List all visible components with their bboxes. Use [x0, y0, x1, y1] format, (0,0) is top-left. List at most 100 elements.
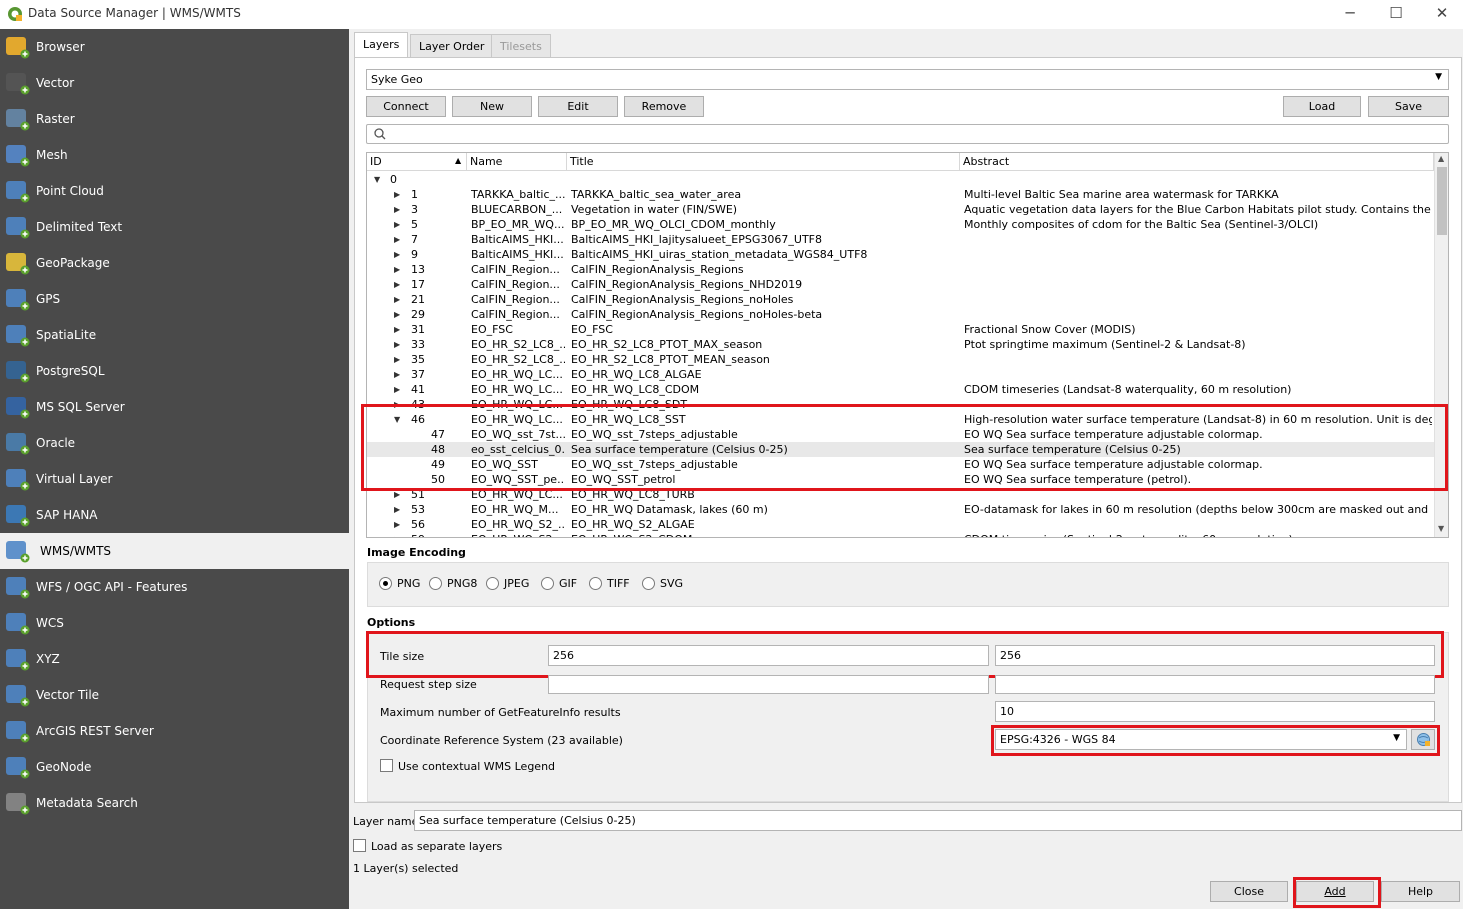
- tab-layer-order[interactable]: Layer Order: [410, 34, 494, 57]
- encoding-radio-png[interactable]: [379, 577, 392, 590]
- column-header-name[interactable]: Name: [467, 153, 567, 171]
- table-row[interactable]: ▶ 56 EO_HR_WQ_S2_... EO_HR_WQ_S2_ALGAE: [367, 517, 1434, 532]
- table-row[interactable]: ▶ 9 BalticAIMS_HKI... BalticAIMS_HKI_uiras_…: [367, 247, 1434, 262]
- sidebar-item-raster[interactable]: Raster: [0, 101, 349, 137]
- expand-open-icon[interactable]: ▼: [374, 172, 380, 187]
- encoding-radio-png8[interactable]: [429, 577, 442, 590]
- expand-closed-icon[interactable]: ▶: [394, 187, 400, 202]
- sidebar-item-postgresql[interactable]: PostgreSQL: [0, 353, 349, 389]
- load-button[interactable]: Load: [1283, 96, 1361, 117]
- table-row[interactable]: ▶ 29 CalFIN_Region... CalFIN_RegionAnalysis…: [367, 307, 1434, 322]
- search-input[interactable]: [366, 124, 1449, 144]
- close-window-button[interactable]: ✕: [1419, 0, 1463, 29]
- sidebar-item-wms-wmts[interactable]: WMS/WMTS: [0, 533, 349, 569]
- help-button[interactable]: Help: [1381, 881, 1460, 902]
- window-title: Data Source Manager | WMS/WMTS: [28, 6, 241, 20]
- sidebar-item-geonode[interactable]: GeoNode: [0, 749, 349, 785]
- table-row[interactable]: ▶ 21 CalFIN_Region... CalFIN_RegionAnalysis…: [367, 292, 1434, 307]
- contextual-legend-checkbox[interactable]: [380, 759, 393, 772]
- sidebar-item-mesh[interactable]: Mesh: [0, 137, 349, 173]
- layer-name-input[interactable]: Sea surface temperature (Celsius 0-25): [414, 810, 1462, 831]
- sidebar-item-gps[interactable]: GPS: [0, 281, 349, 317]
- tab-layers[interactable]: Layers: [354, 32, 409, 58]
- table-row[interactable]: ▼ 0: [367, 172, 1434, 187]
- sidebar-item-arcgis-rest-server[interactable]: ArcGIS REST Server: [0, 713, 349, 749]
- expand-closed-icon[interactable]: ▶: [394, 337, 400, 352]
- table-row[interactable]: ▶ 13 CalFIN_Region... CalFIN_RegionAnalysis…: [367, 262, 1434, 277]
- remove-button[interactable]: Remove: [624, 96, 704, 117]
- column-header-title[interactable]: Title: [567, 153, 960, 171]
- step-height-input[interactable]: [995, 675, 1435, 694]
- scroll-up-icon[interactable]: ▲: [1438, 154, 1444, 163]
- table-row[interactable]: ▶ 31 EO_FSC EO_FSC Fractional Snow Cover (MO…: [367, 322, 1434, 337]
- expand-closed-icon[interactable]: ▶: [394, 382, 400, 397]
- new-button[interactable]: New: [452, 96, 532, 117]
- sidebar-item-vector-tile[interactable]: Vector Tile: [0, 677, 349, 713]
- table-row[interactable]: ▶ 53 EO_HR_WQ_M... EO_HR_WQ Datamask, lakes…: [367, 502, 1434, 517]
- sidebar-item-label: SAP HANA: [36, 508, 98, 522]
- table-row[interactable]: ▶ 7 BalticAIMS_HKI... BalticAIMS_HKI_lajity…: [367, 232, 1434, 247]
- sidebar-item-metadata-search[interactable]: Metadata Search: [0, 785, 349, 821]
- sidebar-item-oracle[interactable]: Oracle: [0, 425, 349, 461]
- column-header-id[interactable]: ID ▲: [367, 153, 467, 171]
- connect-button[interactable]: Connect: [366, 96, 446, 117]
- sidebar-item-vector[interactable]: Vector: [0, 65, 349, 101]
- table-row[interactable]: ▶ 41 EO_HR_WQ_LC... EO_HR_WQ_LC8_CDOM CDOM t…: [367, 382, 1434, 397]
- table-row[interactable]: ▶ 17 CalFIN_Region... CalFIN_RegionAnalysis…: [367, 277, 1434, 292]
- table-row[interactable]: ▶ 5 BP_EO_MR_WQ... BP_EO_MR_WQ_OLCI_CDOM_mo…: [367, 217, 1434, 232]
- cell-id: 29: [411, 308, 425, 321]
- sidebar-item-geopackage[interactable]: GeoPackage: [0, 245, 349, 281]
- sidebar-item-xyz[interactable]: XYZ: [0, 641, 349, 677]
- scroll-down-icon[interactable]: ▼: [1438, 524, 1444, 533]
- cell-name: CalFIN_Region...: [471, 308, 560, 321]
- scroll-thumb[interactable]: [1437, 167, 1447, 235]
- expand-closed-icon[interactable]: ▶: [394, 262, 400, 277]
- sidebar-item-spatialite[interactable]: SpatiaLite: [0, 317, 349, 353]
- expand-closed-icon[interactable]: ▶: [394, 292, 400, 307]
- sidebar-item-delimited-text[interactable]: Delimited Text: [0, 209, 349, 245]
- minimize-button[interactable]: ─: [1327, 0, 1373, 29]
- expand-closed-icon[interactable]: ▶: [394, 532, 400, 537]
- encoding-radio-tiff[interactable]: [589, 577, 602, 590]
- sidebar-item-virtual-layer[interactable]: Virtual Layer: [0, 461, 349, 497]
- save-button[interactable]: Save: [1368, 96, 1449, 117]
- encoding-radio-svg[interactable]: [642, 577, 655, 590]
- table-row[interactable]: ▶ 1 TARKKA_baltic_... TARKKA_baltic_sea_wat…: [367, 187, 1434, 202]
- sidebar-item-label: GPS: [36, 292, 61, 306]
- expand-closed-icon[interactable]: ▶: [394, 352, 400, 367]
- column-header-abstract[interactable]: Abstract: [960, 153, 1434, 171]
- expand-closed-icon[interactable]: ▶: [394, 277, 400, 292]
- table-row[interactable]: ▶ 3 BLUECARBON_... Vegetation in water (FIN…: [367, 202, 1434, 217]
- encoding-radio-gif[interactable]: [541, 577, 554, 590]
- table-row[interactable]: ▶ 59 EO_HR_WQ_S2_... EO_HR_WQ_S2_CDOM CDOM t…: [367, 532, 1434, 537]
- expand-closed-icon[interactable]: ▶: [394, 232, 400, 247]
- table-row[interactable]: ▶ 35 EO_HR_S2_LC8_... EO_HR_S2_LC8_PTOT_MEA…: [367, 352, 1434, 367]
- table-row[interactable]: ▶ 37 EO_HR_WQ_LC... EO_HR_WQ_LC8_ALGAE: [367, 367, 1434, 382]
- step-width-input[interactable]: [548, 675, 989, 694]
- cell-name: EO_FSC: [471, 323, 513, 336]
- expand-closed-icon[interactable]: ▶: [394, 517, 400, 532]
- separate-layers-checkbox[interactable]: [353, 839, 366, 852]
- encoding-radio-jpeg[interactable]: [486, 577, 499, 590]
- tab-tilesets[interactable]: Tilesets: [491, 34, 551, 57]
- expand-closed-icon[interactable]: ▶: [394, 247, 400, 262]
- expand-closed-icon[interactable]: ▶: [394, 307, 400, 322]
- sidebar-item-wfs-ogc-api-features[interactable]: WFS / OGC API - Features: [0, 569, 349, 605]
- expand-closed-icon[interactable]: ▶: [394, 217, 400, 232]
- max-feature-input[interactable]: 10: [995, 701, 1435, 722]
- sidebar-item-sap-hana[interactable]: SAP HANA: [0, 497, 349, 533]
- maximize-button[interactable]: ☐: [1373, 0, 1419, 29]
- sidebar-item-ms-sql-server[interactable]: MS SQL Server: [0, 389, 349, 425]
- close-button[interactable]: Close: [1210, 881, 1288, 902]
- edit-button[interactable]: Edit: [538, 96, 618, 117]
- sidebar-item-point-cloud[interactable]: Point Cloud: [0, 173, 349, 209]
- expand-closed-icon[interactable]: ▶: [394, 502, 400, 517]
- expand-closed-icon[interactable]: ▶: [394, 367, 400, 382]
- table-row[interactable]: ▶ 33 EO_HR_S2_LC8_... EO_HR_S2_LC8_PTOT_MAX…: [367, 337, 1434, 352]
- expand-closed-icon[interactable]: ▶: [394, 322, 400, 337]
- connection-select[interactable]: Syke Geo ▼: [366, 69, 1449, 90]
- expand-closed-icon[interactable]: ▶: [394, 202, 400, 217]
- encoding-label-png: PNG: [397, 577, 421, 590]
- sidebar-item-wcs[interactable]: WCS: [0, 605, 349, 641]
- sidebar-item-browser[interactable]: Browser: [0, 29, 349, 65]
